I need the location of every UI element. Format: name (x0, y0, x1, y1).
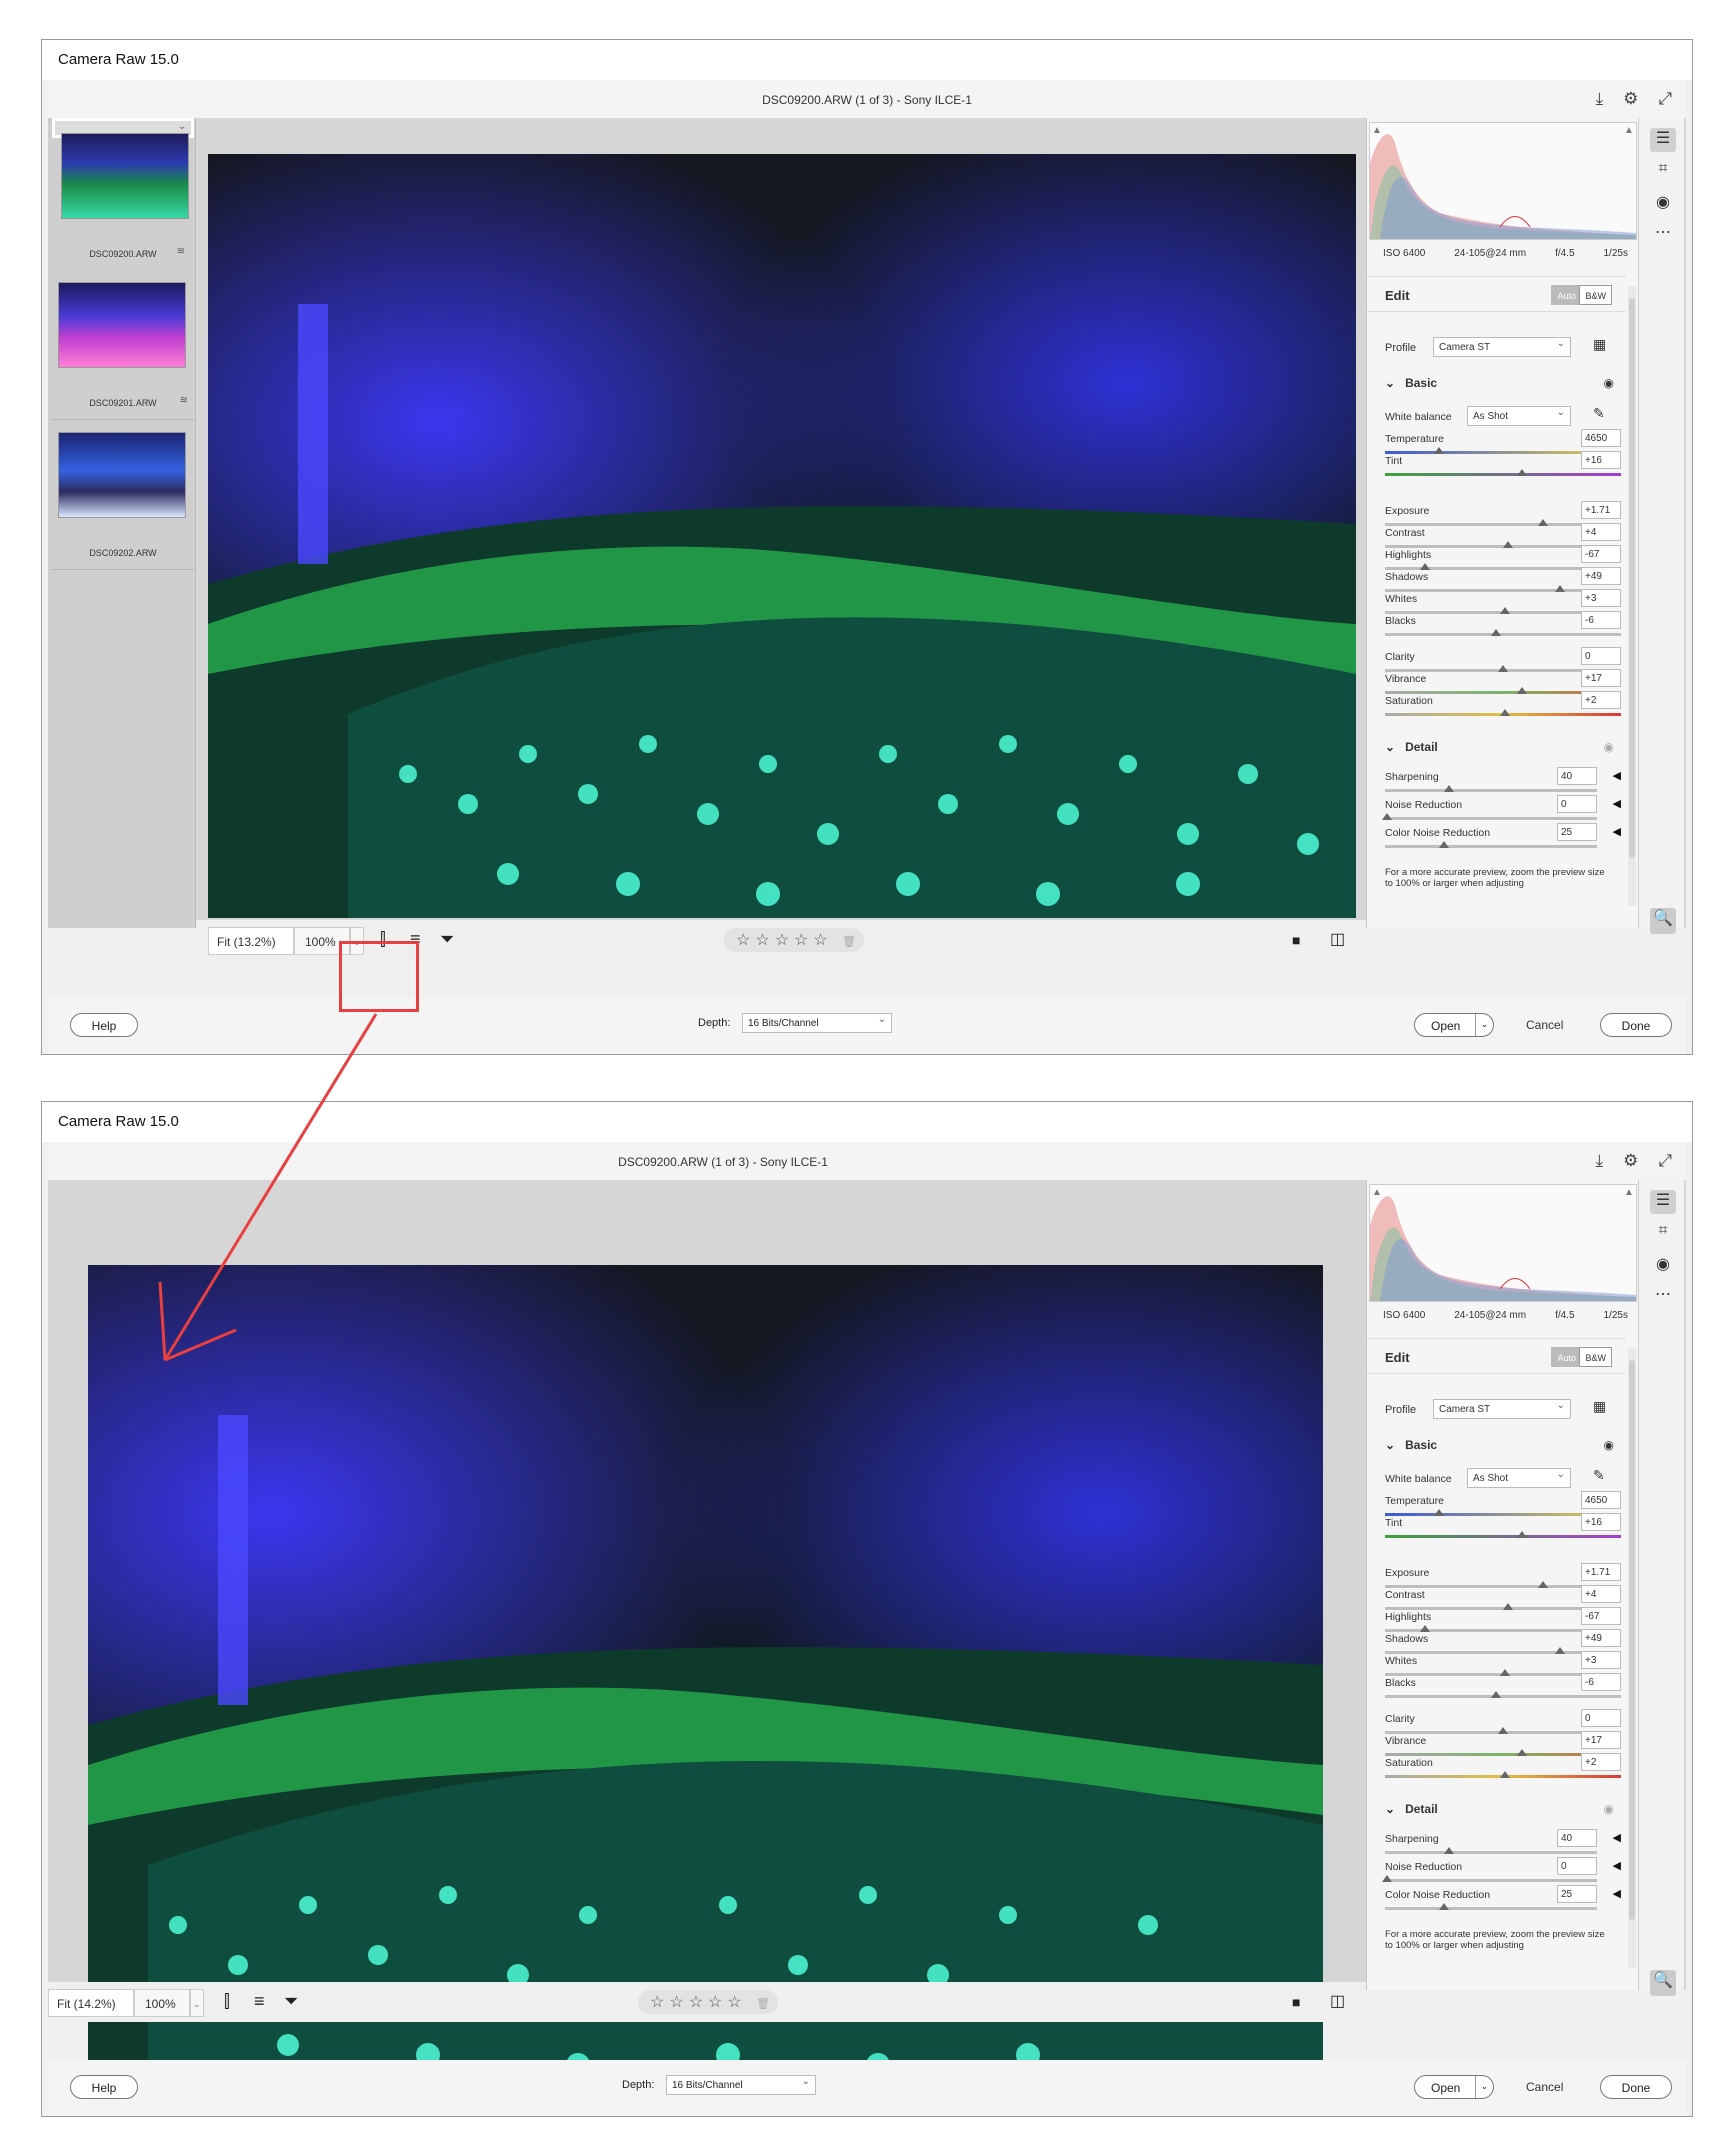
annotation-arrow (158, 1013, 378, 1362)
